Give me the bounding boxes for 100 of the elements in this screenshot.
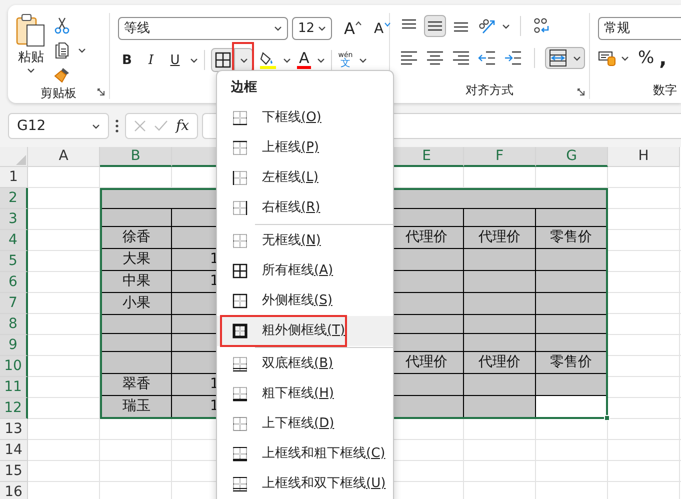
scissors-icon[interactable]	[54, 17, 70, 34]
grow-font-button[interactable]: A	[344, 20, 362, 36]
column-header[interactable]: G	[536, 147, 608, 167]
dialog-launcher-icon[interactable]	[97, 88, 105, 96]
clipboard-icon	[16, 13, 46, 47]
dialog-launcher-icon[interactable]	[577, 88, 585, 96]
row-header[interactable]: 3	[0, 209, 28, 230]
accounting-format-icon[interactable]	[598, 50, 616, 66]
table-cell: 瑞玉	[102, 396, 172, 417]
caret-icon[interactable]	[621, 56, 629, 60]
number-format-field[interactable]: 常规	[598, 17, 681, 40]
middle-align-button[interactable]	[424, 15, 446, 37]
menu-item[interactable]: 无框线(N)	[217, 226, 393, 256]
align-left-icon	[400, 50, 418, 66]
underline-button[interactable]: U	[166, 54, 184, 66]
caret-up-icon	[354, 20, 362, 26]
caret-icon	[240, 58, 248, 62]
top-border-icon	[232, 140, 248, 156]
menu-item[interactable]: 粗外侧框线(T)	[217, 316, 393, 346]
decrease-indent-icon	[478, 50, 496, 66]
caret-icon[interactable]	[317, 58, 326, 62]
align-top-icon	[401, 19, 417, 30]
table-cell: 徐香	[102, 227, 172, 249]
top-bottom-border-icon	[232, 416, 248, 432]
all-border-icon	[232, 262, 248, 278]
table-cell: 大果	[102, 249, 172, 271]
top-double-bottom-border-icon	[232, 476, 248, 492]
double-bottom-border-icon	[232, 356, 248, 372]
more-icon[interactable]	[113, 119, 121, 133]
row-header[interactable]: 14	[0, 440, 28, 461]
menu-item[interactable]: 左框线(L)	[217, 162, 393, 192]
menu-item[interactable]: 外侧框线(S)	[217, 286, 393, 316]
menu-item[interactable]: 右框线(R)	[217, 192, 393, 222]
percent-button[interactable]: %	[638, 50, 654, 66]
menu-item[interactable]: 上下框线(D)	[217, 408, 393, 438]
menu-item[interactable]: 双底框线(B)	[217, 348, 393, 378]
caret-icon[interactable]	[190, 58, 198, 62]
group-label: 剪贴板	[40, 85, 76, 102]
menu-item[interactable]: 上框线和双下框线(U)	[217, 468, 393, 498]
caret-icon[interactable]	[283, 58, 291, 62]
table-cell: 零售价	[536, 227, 606, 249]
bottom-border-icon	[232, 110, 248, 126]
orientation-icon	[478, 17, 496, 35]
row-header[interactable]: 16	[0, 482, 28, 499]
none-border-icon	[232, 232, 248, 248]
comma-button[interactable]: ,	[659, 48, 667, 68]
table-cell: 小果	[102, 293, 172, 315]
row-header[interactable]: 10	[0, 356, 28, 377]
row-header[interactable]: 1	[0, 167, 28, 188]
fill-color-icon[interactable]	[259, 51, 277, 69]
menu-item[interactable]: 粗下框线(H)	[217, 378, 393, 408]
row-header[interactable]: 5	[0, 251, 28, 272]
caret-icon[interactable]	[502, 24, 510, 28]
row-header[interactable]: 11	[0, 377, 28, 398]
row-header[interactable]: 15	[0, 461, 28, 482]
merge-button[interactable]	[545, 47, 585, 69]
align-center-icon	[426, 50, 444, 66]
row-header[interactable]: 6	[0, 272, 28, 293]
align-right-icon	[452, 50, 470, 66]
merge-cells-icon	[549, 49, 567, 67]
menu-item[interactable]: 下框线(O)	[217, 102, 393, 132]
font-name-field[interactable]: 等线	[118, 17, 288, 40]
row-header[interactable]: 8	[0, 314, 28, 335]
column-header[interactable]: F	[464, 147, 536, 167]
caret-icon[interactable]	[78, 48, 86, 53]
row-header[interactable]: 2	[0, 188, 28, 209]
row-header[interactable]: 13	[0, 419, 28, 440]
increase-indent-icon	[504, 50, 522, 66]
menu-item[interactable]: 上框线和粗下框线(C)	[217, 438, 393, 468]
column-header[interactable]: H	[608, 147, 680, 167]
caret-icon	[573, 56, 581, 60]
menu-item[interactable]: 所有框线(A)	[217, 256, 393, 286]
shrink-font-button[interactable]: A	[374, 22, 391, 36]
outside-border-icon	[232, 292, 248, 308]
menu-item[interactable]: 上框线(P)	[217, 132, 393, 162]
column-header[interactable]: B	[100, 147, 172, 167]
borders-icon	[215, 52, 231, 68]
caret-icon[interactable]	[358, 58, 367, 62]
caret-icon	[27, 68, 35, 73]
copy-icon[interactable]	[54, 42, 70, 59]
group-label: 对齐方式	[466, 82, 514, 99]
left-border-icon	[232, 170, 248, 186]
italic-button[interactable]: I	[142, 54, 160, 66]
menu-title: 边框	[230, 79, 258, 97]
name-box[interactable]: G12	[8, 113, 109, 139]
row-header[interactable]: 4	[0, 230, 28, 251]
paste-button[interactable]: 粘贴	[16, 13, 46, 84]
table-cell: 代理价	[464, 227, 536, 249]
bold-button[interactable]: B	[118, 54, 136, 66]
row-header[interactable]: 12	[0, 398, 28, 419]
right-border-icon	[232, 200, 248, 216]
fill-handle[interactable]	[604, 415, 610, 421]
font-size-field[interactable]: 12	[292, 17, 332, 40]
table-cell: 翠香	[102, 374, 172, 396]
row-header[interactable]: 9	[0, 335, 28, 356]
row-header[interactable]: 7	[0, 293, 28, 314]
column-header[interactable]: A	[28, 147, 100, 167]
brush-icon[interactable]	[54, 67, 70, 84]
insert-function-button[interactable]: fx	[176, 116, 190, 136]
table-cell: 代理价	[464, 352, 536, 374]
